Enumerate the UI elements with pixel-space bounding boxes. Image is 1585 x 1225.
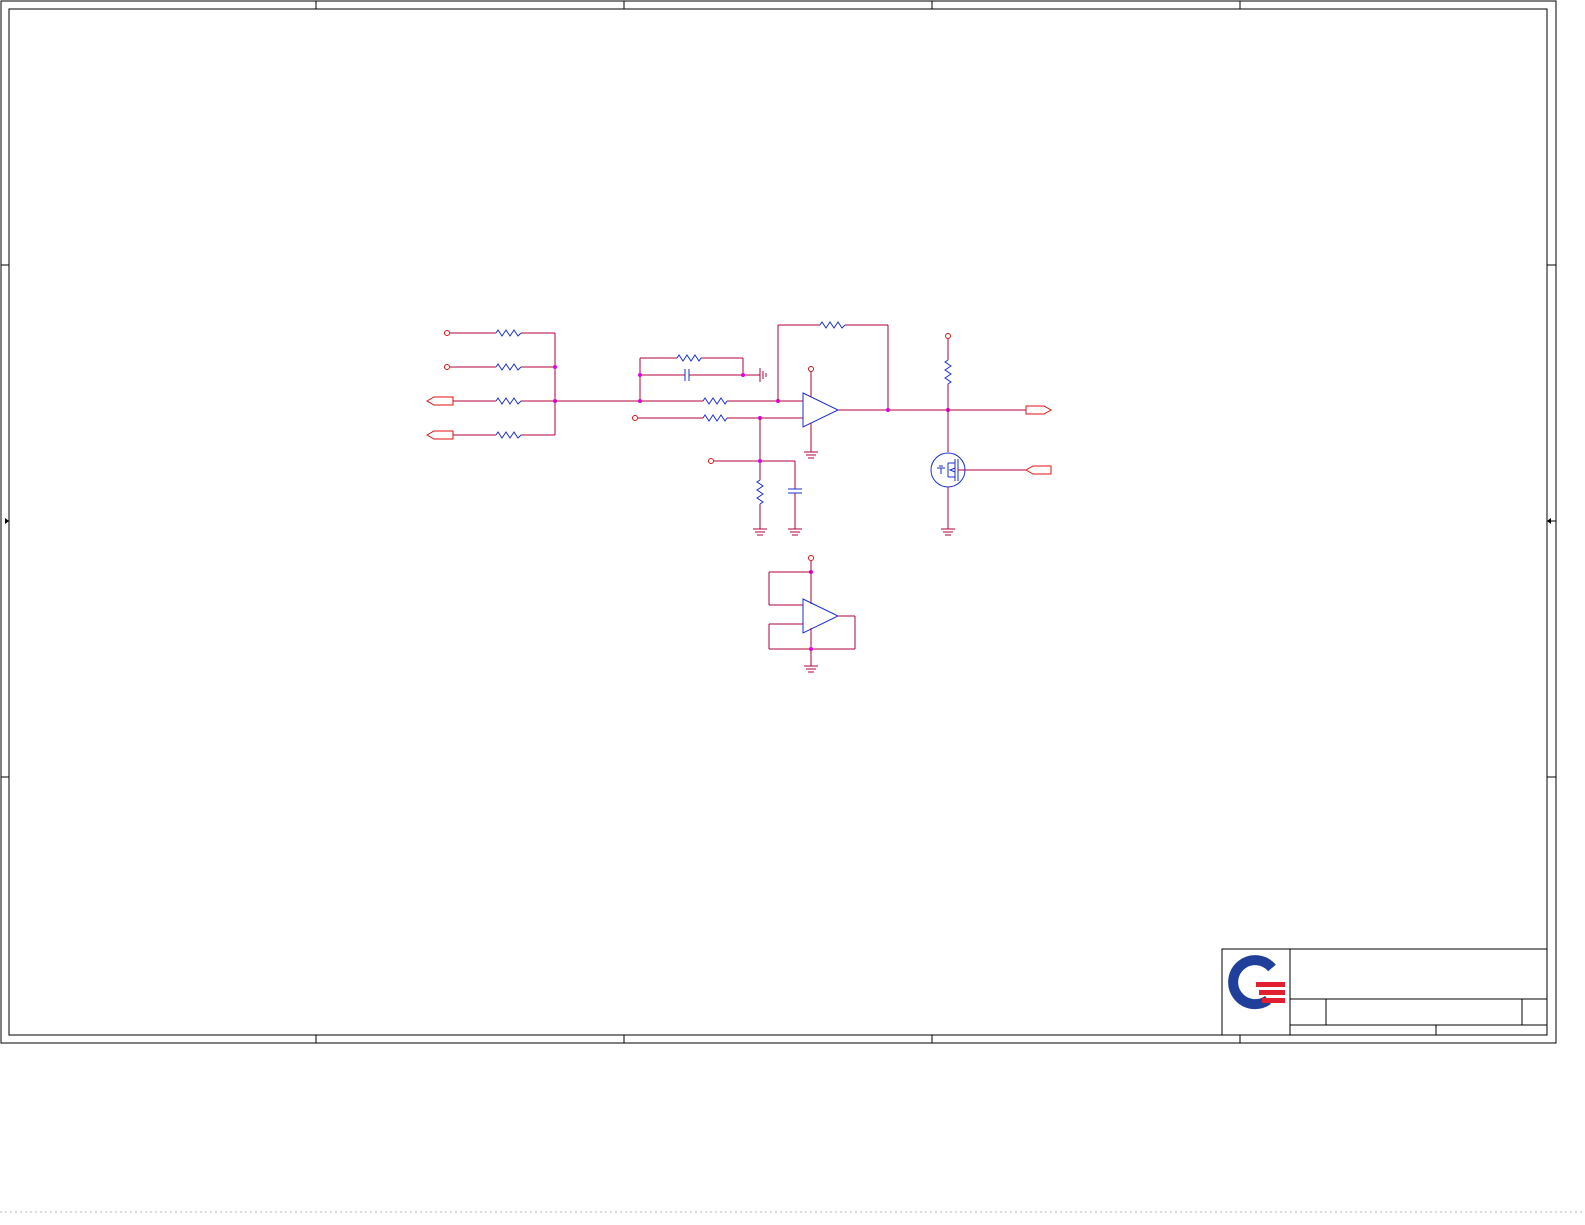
title-block — [1221, 948, 1548, 1036]
op-amp-icon — [802, 598, 840, 634]
ground-icon — [941, 528, 955, 536]
schematic-sheet — [0, 0, 1585, 1213]
company-logo — [1228, 955, 1285, 1010]
mosfet-stage — [930, 333, 1052, 536]
resistor-icon — [495, 431, 522, 439]
input-network — [425, 329, 557, 440]
unused-op-amp — [768, 555, 856, 673]
ground-icon — [788, 528, 802, 536]
ground-icon — [753, 528, 767, 536]
rc-network — [555, 354, 767, 403]
resistor-icon — [944, 359, 952, 385]
input-port-icon — [1024, 465, 1052, 475]
resistor-icon — [676, 354, 702, 362]
resistor-icon — [495, 397, 522, 405]
ground-icon — [759, 368, 767, 382]
ground-icon — [804, 451, 818, 459]
resistor-icon — [756, 479, 764, 505]
capacitor-icon — [684, 369, 690, 381]
resistor-icon — [702, 414, 728, 422]
input-pin-1 — [444, 330, 450, 336]
input-port-icon — [425, 396, 454, 406]
input-pin-2 — [444, 364, 450, 370]
op-amp-icon — [802, 392, 840, 428]
resistor-icon — [495, 363, 522, 371]
reference-network — [708, 418, 802, 536]
resistor-icon — [819, 321, 846, 329]
sheet-frame — [0, 0, 1557, 1044]
resistor-icon — [702, 397, 728, 405]
ground-icon — [804, 665, 818, 673]
output-port-icon — [1025, 405, 1053, 415]
input-port-icon — [425, 430, 454, 440]
op-amp-stage — [632, 321, 1053, 459]
capacitor-icon — [788, 488, 802, 494]
resistor-icon — [495, 329, 522, 337]
